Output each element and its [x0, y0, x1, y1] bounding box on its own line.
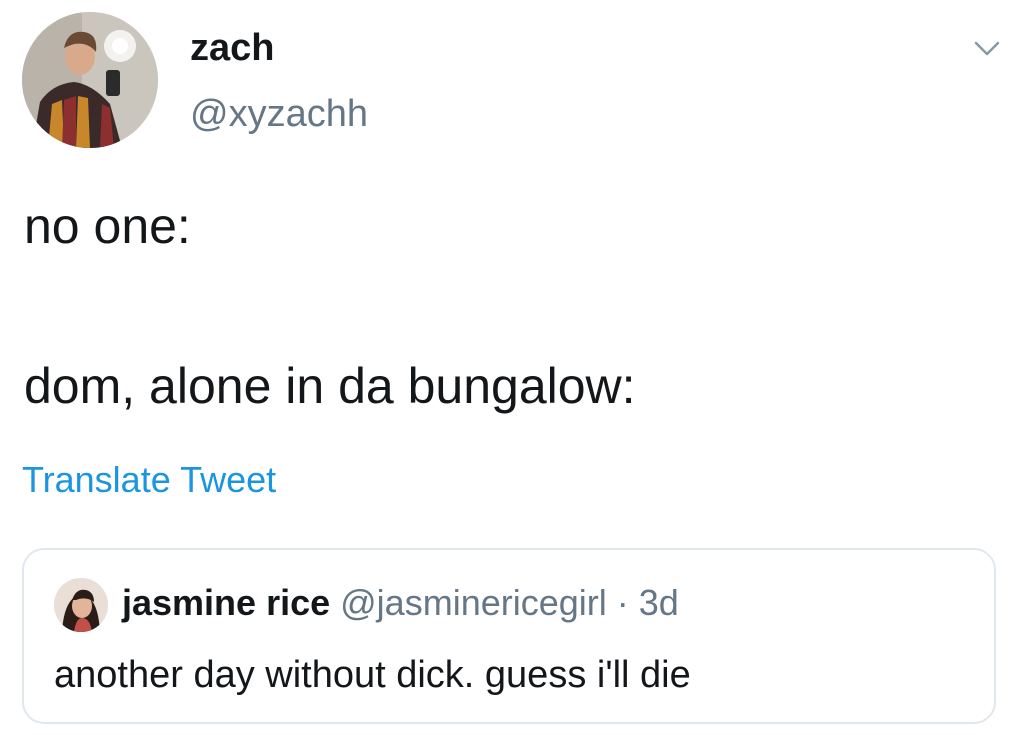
quoted-timestamp[interactable]: 3d	[639, 582, 679, 623]
author-handle[interactable]: @xyzachh	[190, 92, 368, 136]
quoted-author-handle[interactable]: @jasminericegirl	[340, 582, 607, 623]
tweet-text-line-2: dom, alone in da bungalow:	[24, 358, 636, 414]
author-name[interactable]: zach	[190, 26, 274, 70]
author-avatar[interactable]	[22, 12, 158, 148]
avatar-photo	[22, 12, 158, 148]
quoted-header: jasmine rice @jasminericegirl · 3d	[122, 580, 679, 626]
quoted-author-avatar[interactable]	[54, 578, 108, 632]
chevron-down-icon[interactable]	[972, 36, 1002, 60]
quoted-tweet[interactable]: jasmine rice @jasminericegirl · 3d anoth…	[22, 548, 996, 724]
quoted-author-name[interactable]: jasmine rice	[122, 582, 330, 623]
tweet-card: zach @xyzachh no one: dom, alone in da b…	[0, 0, 1024, 735]
quoted-avatar-photo	[54, 578, 108, 632]
quoted-tweet-text: another day without dick. guess i'll die	[54, 654, 691, 696]
translate-tweet-link[interactable]: Translate Tweet	[22, 458, 276, 502]
tweet-text-line-1: no one:	[24, 198, 191, 254]
quoted-separator: ·	[616, 582, 629, 623]
